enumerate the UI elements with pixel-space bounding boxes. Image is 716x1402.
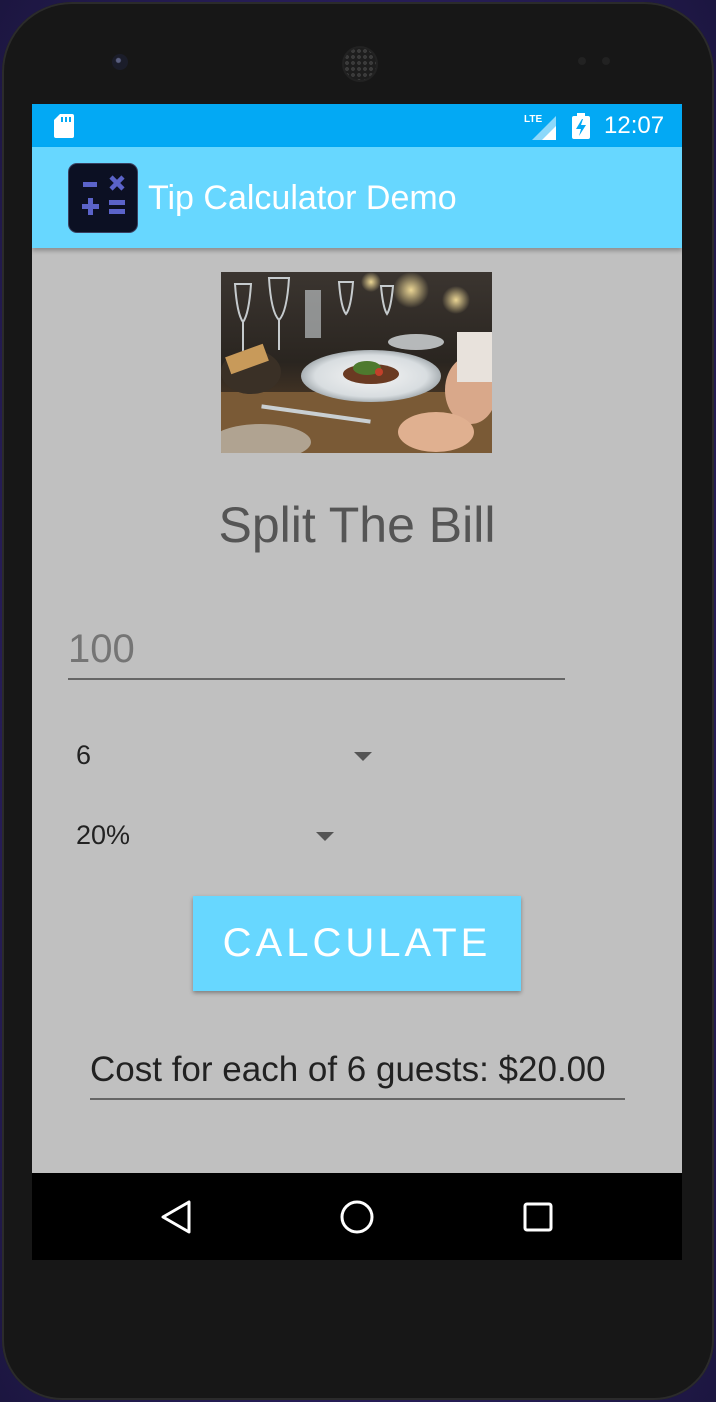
home-icon[interactable]	[339, 1199, 375, 1235]
status-bar: LTE 12:07	[32, 104, 682, 147]
tip-percent-spinner[interactable]: 20%	[76, 814, 338, 858]
result-text: Cost for each of 6 guests: $20.00	[90, 1050, 625, 1100]
bill-amount-input[interactable]	[68, 620, 565, 680]
battery-charging-icon	[572, 113, 590, 139]
navigation-bar	[32, 1173, 682, 1260]
lte-signal-icon: LTE	[524, 114, 556, 140]
restaurant-dinner-photo	[221, 272, 492, 453]
light-sensor	[602, 57, 610, 65]
front-camera	[112, 54, 128, 70]
recents-icon[interactable]	[522, 1201, 554, 1233]
earpiece-speaker	[342, 46, 378, 82]
guests-spinner[interactable]: 6	[76, 734, 376, 778]
app-bar: Tip Calculator Demo	[32, 147, 682, 248]
back-icon[interactable]	[159, 1199, 195, 1235]
proximity-sensor	[578, 57, 586, 65]
lte-label: LTE	[524, 114, 542, 125]
calculate-button[interactable]: CALCULATE	[193, 896, 521, 991]
tip-spinner-value: 20%	[76, 820, 131, 850]
chevron-down-icon	[316, 832, 334, 841]
calculator-icon	[69, 164, 137, 232]
chevron-down-icon	[354, 752, 372, 761]
status-clock: 12:07	[604, 112, 665, 139]
device-screen: LTE 12:07 Tip Calculator Demo Split The …	[32, 104, 682, 1260]
sd-card-icon	[54, 114, 74, 138]
guests-spinner-value: 6	[76, 740, 92, 770]
page-heading: Split The Bill	[218, 497, 496, 553]
app-title: Tip Calculator Demo	[148, 179, 457, 217]
